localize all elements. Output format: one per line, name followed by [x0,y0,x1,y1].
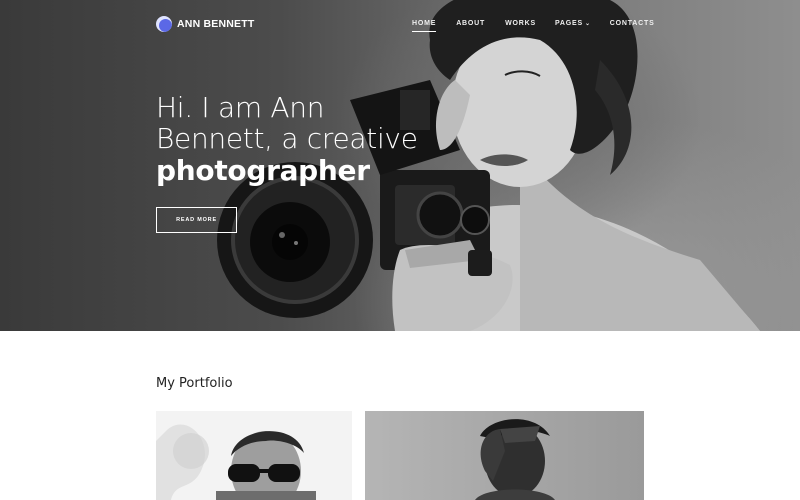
portfolio-image-woman [365,411,644,500]
portfolio-title: My Portfolio [156,376,233,391]
chevron-down-icon: ⌄ [584,21,591,27]
nav-item-home[interactable]: HOME [412,20,437,32]
brand-name: ANN BENNETT [177,18,255,30]
headline-line-3: photographer [156,154,370,187]
portfolio-card[interactable] [156,411,352,500]
logo-icon [156,16,172,32]
neck-shape [520,150,760,331]
brand-logo[interactable]: ANN BENNETT [156,16,254,32]
hero-headline: Hi. I am Ann Bennett, a creative photogr… [156,92,456,188]
read-more-button[interactable]: READ MORE [156,207,237,233]
hero-section: ANN BENNETT HOME ABOUT WORKS PAGES ⌄ CONT… [0,0,800,331]
main-nav: HOME ABOUT WORKS PAGES ⌄ CONTACTS [412,20,655,32]
nav-item-contacts[interactable]: CONTACTS [610,20,655,27]
portfolio-card[interactable] [365,411,644,500]
headline-line-1: Hi. I am Ann [156,91,325,124]
portfolio-image-man [156,411,352,500]
nav-item-works[interactable]: WORKS [505,20,536,27]
nav-item-pages[interactable]: PAGES ⌄ [555,20,591,27]
nav-item-pages-label: PAGES [554,20,583,27]
nav-item-about[interactable]: ABOUT [456,20,485,27]
headline-line-2: Bennett, a creative [156,122,418,155]
